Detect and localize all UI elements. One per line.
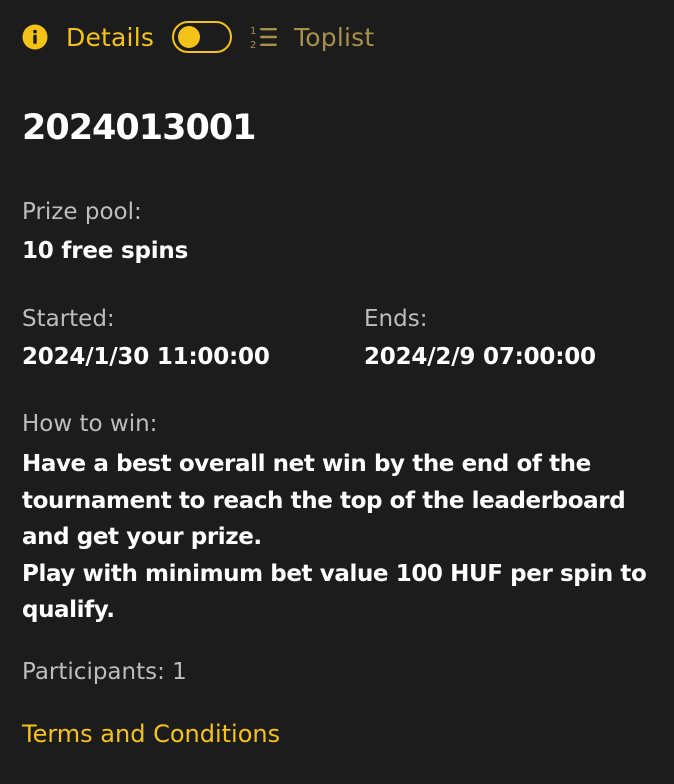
participants-count: Participants: 1 [22, 659, 187, 685]
terms-link[interactable]: Terms and Conditions [22, 720, 280, 748]
svg-text:1: 1 [250, 26, 256, 37]
numbered-list-icon[interactable]: 1 2 [250, 24, 278, 50]
tab-details[interactable]: Details [66, 23, 154, 52]
started-value: 2024/1/30 11:00:00 [22, 344, 270, 370]
how-to-win-text: Have a best overall net win by the end o… [22, 446, 667, 629]
ends-value: 2024/2/9 07:00:00 [364, 344, 596, 370]
tab-toplist[interactable]: Toplist [294, 23, 374, 52]
prize-pool-value: 10 free spins [22, 238, 189, 264]
toggle-knob [178, 26, 201, 48]
svg-text:2: 2 [250, 40, 256, 50]
view-toggle[interactable] [172, 21, 233, 53]
started-label: Started: [22, 306, 115, 332]
tab-bar: Details 1 2 Toplist [22, 18, 374, 56]
how-to-win-rule: Have a best overall net win by the end o… [22, 451, 626, 550]
ends-label: Ends: [364, 306, 428, 332]
info-icon[interactable] [22, 24, 48, 50]
how-to-win-label: How to win: [22, 411, 158, 437]
tournament-id: 2024013001 [22, 108, 257, 148]
how-to-win-qualify: Play with minimum bet value 100 HUF per … [22, 560, 647, 624]
prize-pool-label: Prize pool: [22, 199, 142, 225]
